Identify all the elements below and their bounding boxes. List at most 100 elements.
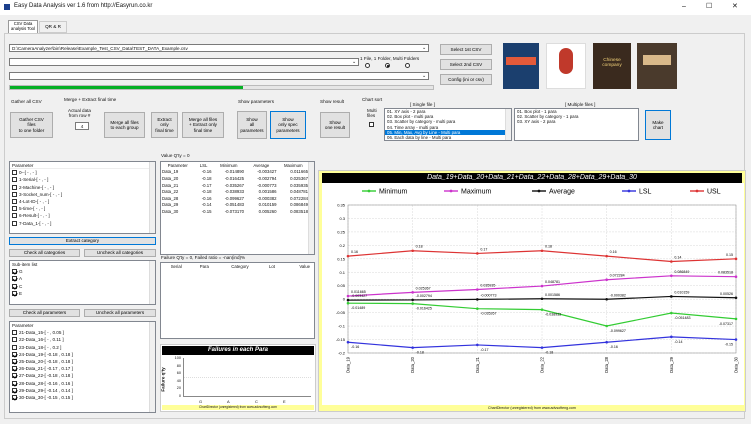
- table-row[interactable]: Data_21 -0.17 -0.035267 -0.000773 0.035935: [161, 182, 309, 189]
- failure-col-header[interactable]: Lot: [263, 263, 282, 270]
- failure-col-header[interactable]: Serial: [161, 263, 191, 270]
- spec-parameter-checkbox[interactable]: [12, 344, 17, 350]
- minimize-button[interactable]: –: [682, 3, 686, 10]
- spec-parameter-checkbox[interactable]: [12, 359, 17, 365]
- spec-parameter-item[interactable]: 23-Data_18-[ - , 0.2 ]: [10, 344, 155, 351]
- sub-item-item[interactable]: A: [10, 275, 155, 282]
- check-all-categories-button[interactable]: Check all categories: [9, 249, 80, 257]
- single-file-item[interactable]: 06. Each data by line - Multi para: [385, 135, 511, 140]
- close-button[interactable]: ✕: [732, 2, 738, 10]
- spec-parameter-checkbox[interactable]: [12, 337, 17, 343]
- parameter-item[interactable]: 6-Result-[ - , - ]: [10, 212, 155, 219]
- book-ad-4[interactable]: [637, 43, 677, 89]
- file-mode-radio-3[interactable]: [405, 63, 410, 68]
- spec-parameter-item[interactable]: 26-Data_21-[ -0.17 , 0.17 ]: [10, 365, 155, 372]
- config-button[interactable]: Config (ini or csv): [440, 74, 492, 85]
- maximize-button[interactable]: ☐: [706, 2, 712, 10]
- parameter-checkbox[interactable]: [12, 220, 17, 226]
- parameter-checkbox[interactable]: [12, 206, 17, 212]
- parameter-scrollbar[interactable]: [149, 162, 155, 233]
- spec-parameter-checkbox[interactable]: [12, 394, 17, 400]
- value-col-header[interactable]: Average: [245, 162, 278, 169]
- chevron-down-icon[interactable]: ⌄: [422, 45, 426, 51]
- parameter-checkbox[interactable]: [12, 170, 17, 176]
- sub-item-checkbox[interactable]: [12, 269, 17, 275]
- sub-item-checkbox[interactable]: [12, 283, 17, 289]
- parameter-item[interactable]: 0--[ - , - ]: [10, 169, 155, 176]
- parameter-item[interactable]: 5-time-[ - , - ]: [10, 205, 155, 212]
- table-row[interactable]: Data_29 -0.14 -0.051483 0.010159 0.086849: [161, 202, 309, 209]
- parameter-item[interactable]: 1-Serial-[ - , - ]: [10, 176, 155, 183]
- tab-qr-r[interactable]: QR & R: [39, 21, 67, 33]
- show-spec-parameters-button[interactable]: Show only spec parameters: [270, 111, 306, 139]
- check-all-parameters-button[interactable]: Check all parameters: [9, 309, 80, 317]
- sub-item-scrollbar[interactable]: [149, 261, 155, 304]
- tab-csv-data-analysis[interactable]: CSV Data analysis Tool: [8, 20, 38, 33]
- parameter-list[interactable]: Parameter 0--[ - , - ] 1-Serial-[ - , - ]…: [9, 161, 156, 234]
- failure-table[interactable]: Serial Para Category Lot Value: [160, 262, 315, 339]
- parameter-item[interactable]: 7-Data_1-[ - , - ]: [10, 220, 155, 227]
- uncheck-all-parameters-button[interactable]: Uncheck all parameters: [84, 309, 156, 317]
- sub-item-item[interactable]: E: [10, 290, 155, 297]
- sub-item-list[interactable]: Sub-item list GACE: [9, 260, 156, 305]
- spec-parameter-checkbox[interactable]: [12, 380, 17, 386]
- select-2nd-csv-button[interactable]: Select 2nd CSV: [440, 59, 492, 70]
- config-path-input[interactable]: [9, 72, 429, 80]
- value-col-header[interactable]: Minimum: [213, 162, 246, 169]
- multi-files-checkbox[interactable]: [369, 122, 374, 128]
- parameter-checkbox[interactable]: [12, 199, 17, 205]
- spec-parameter-item[interactable]: 24-Data_19-[ -0.18 , 0.18 ]: [10, 351, 155, 358]
- row-number-input[interactable]: 4: [75, 122, 89, 130]
- value-col-header[interactable]: LSL: [195, 162, 213, 169]
- failure-col-header[interactable]: Category: [217, 263, 262, 270]
- sub-item-item[interactable]: G: [10, 268, 155, 275]
- file-mode-radio-2[interactable]: [385, 63, 390, 68]
- spec-parameter-item[interactable]: 22-Data_16-[ - , 0.11 ]: [10, 336, 155, 343]
- spec-parameter-checkbox[interactable]: [12, 373, 17, 379]
- csv-path-input[interactable]: D:\CameraAnalyzer\bin\Release\Example_Te…: [9, 44, 429, 52]
- select-1st-csv-button[interactable]: Select 1st CSV: [440, 44, 492, 55]
- extract-final-time-button[interactable]: Extract only final time: [151, 112, 178, 138]
- spec-parameter-item[interactable]: 30-Data_30-[ -0.15 , 0.15 ]: [10, 394, 155, 401]
- spec-parameter-checkbox[interactable]: [12, 351, 17, 357]
- make-chart-button[interactable]: Make chart: [645, 110, 671, 140]
- parameter-item[interactable]: 3-Socket_num-[ - , - ]: [10, 191, 155, 198]
- sub-item-checkbox[interactable]: [12, 276, 17, 282]
- spec-parameter-list[interactable]: Parameter 21-Data_15-[ - , 0.05 ] 22-Data…: [9, 321, 156, 413]
- parameter-item[interactable]: 2-Machine-[ - , - ]: [10, 184, 155, 191]
- spec-parameter-checkbox[interactable]: [12, 366, 17, 372]
- parameter-checkbox[interactable]: [12, 177, 17, 183]
- spec-parameter-item[interactable]: 29-Data_29-[ -0.14 , 0.14 ]: [10, 387, 155, 394]
- spec-parameter-item[interactable]: 27-Data_22-[ -0.18 , 0.18 ]: [10, 372, 155, 379]
- parameter-checkbox[interactable]: [12, 213, 17, 219]
- extract-category-button[interactable]: Extract category: [9, 237, 156, 245]
- book-ad-2[interactable]: [546, 43, 586, 89]
- parameter-item[interactable]: 4-Lot-ID-[ - , - ]: [10, 198, 155, 205]
- second-path-input[interactable]: [9, 58, 359, 66]
- show-one-result-button[interactable]: Show one result: [320, 112, 350, 138]
- spec-parameter-scrollbar[interactable]: [149, 322, 155, 412]
- table-row[interactable]: Data_28 -0.16 -0.099627 -0.000382 0.072284: [161, 195, 309, 202]
- book-ad-1[interactable]: [503, 43, 539, 89]
- failure-col-header[interactable]: Value: [281, 263, 311, 270]
- spec-parameter-checkbox[interactable]: [12, 330, 17, 336]
- chevron-down-icon-3[interactable]: ⌄: [422, 73, 426, 79]
- spec-parameter-checkbox[interactable]: [12, 387, 17, 393]
- table-row[interactable]: Data_19 -0.16 -0.014890 -0.003427 0.011665: [161, 169, 309, 176]
- sub-item-checkbox[interactable]: [12, 290, 17, 296]
- book-ad-3[interactable]: Chinese company: [593, 43, 631, 89]
- spec-parameter-item[interactable]: 21-Data_15-[ - , 0.05 ]: [10, 329, 155, 336]
- single-file-scrollbar[interactable]: [505, 109, 511, 140]
- value-col-header[interactable]: Maximum: [278, 162, 309, 169]
- gather-csv-button[interactable]: Gather CSV files to one folder: [10, 112, 53, 138]
- uncheck-all-categories-button[interactable]: Uncheck all categories: [84, 249, 156, 257]
- failure-col-header[interactable]: Para: [191, 263, 217, 270]
- parameter-checkbox[interactable]: [12, 191, 17, 197]
- value-table-scrollbar[interactable]: [308, 162, 314, 254]
- spec-parameter-item[interactable]: 28-Data_28-[ -0.16 , 0.16 ]: [10, 380, 155, 387]
- value-table[interactable]: Parameter LSL Minimum Average Maximum Data_19…: [160, 161, 315, 255]
- table-row[interactable]: Data_22 -0.18 -0.038933 0.001586 0.048781: [161, 188, 309, 195]
- parameter-checkbox[interactable]: [12, 184, 17, 190]
- value-col-header[interactable]: Parameter: [161, 162, 195, 169]
- sub-item-item[interactable]: C: [10, 283, 155, 290]
